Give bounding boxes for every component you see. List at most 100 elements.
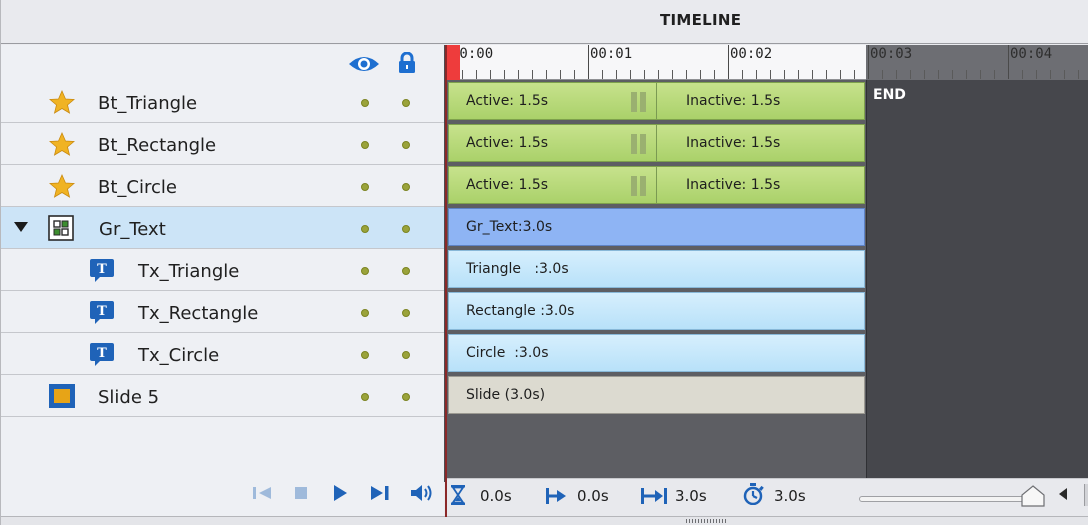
visibility-toggle[interactable] [361,309,369,317]
zoom-slider-thumb[interactable] [1021,485,1045,507]
ruler-minor-tick [952,70,953,79]
visibility-toggle[interactable] [361,141,369,149]
zoom-slider-track[interactable] [859,496,1044,502]
resize-grip[interactable] [686,519,726,523]
layer-row-bt-rectangle[interactable]: Bt_Rectangle [1,123,444,165]
ruler-minor-tick [574,70,575,79]
bar-label: Gr_Text:3.0s [466,219,553,235]
text-caption-icon: T [90,259,114,282]
ruler-minor-tick [966,70,967,79]
layer-row-tx-rectangle[interactable]: T Tx_Rectangle [1,291,444,333]
play-icon[interactable] [332,484,348,502]
layer-row-tx-circle[interactable]: T Tx_Circle [1,333,444,375]
ruler-minor-tick [896,70,897,79]
lock-toggle[interactable] [402,351,410,359]
layer-name: Tx_Circle [138,345,220,366]
scroll-left-icon[interactable] [1057,486,1069,502]
ruler-minor-tick [518,70,519,79]
ruler-minor-tick [686,70,687,79]
ruler-minor-tick [980,70,981,79]
ruler-minor-tick [1064,70,1065,79]
duration-icon [641,488,667,504]
timeline-bar-bt-circle[interactable]: Active: 1.5s Inactive: 1.5s [448,166,865,204]
ruler-minor-tick [812,70,813,79]
ruler-minor-tick [1022,70,1023,79]
timeline-bar-tx-rectangle[interactable]: Rectangle :3.0s [448,292,865,330]
lock-toggle[interactable] [402,393,410,401]
timeline-bar-bt-triangle[interactable]: Active: 1.5s Inactive: 1.5s [448,82,865,120]
ruler-minor-tick [644,70,645,79]
layer-name: Tx_Triangle [138,261,240,282]
ruler-minor-tick [490,70,491,79]
panel-title-bar: TIMELINE [1,0,1088,44]
expand-collapse-icon[interactable] [14,222,28,232]
current-time-value: 0.0s [480,487,512,505]
ruler-major-tick [588,45,589,79]
layers-header [1,45,444,81]
lock-toggle[interactable] [402,225,410,233]
ruler-minor-tick [504,70,505,79]
ruler-minor-tick [882,70,883,79]
svg-text:T: T [97,304,107,319]
text-caption-icon: T [90,301,114,324]
timeline-end-area [866,80,1088,478]
ruler-minor-tick [672,70,673,79]
layer-row-tx-triangle[interactable]: T Tx_Triangle [1,249,444,291]
slide-icon [49,384,75,408]
lock-toggle[interactable] [402,309,410,317]
lock-icon[interactable] [398,52,416,74]
layer-row-gr-text[interactable]: Gr_Text [1,207,444,249]
bar-label: Slide (3.0s) [466,387,546,403]
visibility-toggle[interactable] [361,99,369,107]
bar-label: Circle :3.0s [466,345,549,361]
ruler-minor-tick [700,70,701,79]
timeline-bar-tx-circle[interactable]: Circle :3.0s [448,334,865,372]
timeline-bar-tx-triangle[interactable]: Triangle :3.0s [448,250,865,288]
ruler-minor-tick [476,70,477,79]
timeline-bar-gr-text[interactable]: Gr_Text:3.0s [448,208,865,246]
slide-duration-value: 3.0s [774,487,806,505]
bar-active-label: Active: 1.5s [466,177,549,193]
start-time-value: 0.0s [577,487,609,505]
layer-row-slide[interactable]: Slide 5 [1,375,444,417]
go-to-start-icon[interactable] [251,485,273,501]
ruler-major-tick [868,45,869,79]
lock-toggle[interactable] [402,141,410,149]
text-caption-icon: T [90,343,114,366]
ruler-minor-tick [994,70,995,79]
timeline-bar-bt-rectangle[interactable]: Active: 1.5s Inactive: 1.5s [448,124,865,162]
ruler-minor-tick [742,70,743,79]
layer-row-bt-triangle[interactable]: Bt_Triangle [1,81,444,123]
layer-row-bt-circle[interactable]: Bt_Circle [1,165,444,207]
eye-icon[interactable] [348,54,380,74]
ruler-minor-tick [854,70,855,79]
visibility-toggle[interactable] [361,393,369,401]
go-to-end-icon[interactable] [369,485,393,501]
visibility-toggle[interactable] [361,225,369,233]
visibility-toggle[interactable] [361,183,369,191]
ruler-minor-tick [602,70,603,79]
ruler-minor-tick [826,70,827,79]
playhead-line[interactable] [445,45,447,517]
timeline-bar-slide[interactable]: Slide (3.0s) [448,376,865,414]
start-time-icon [546,488,566,504]
ruler-tick-label: 00:02 [730,46,773,62]
ruler-minor-tick [840,70,841,79]
playhead-handle[interactable] [447,45,460,80]
ruler-minor-tick [756,70,757,79]
ruler-minor-tick [938,70,939,79]
ruler-minor-tick [1078,70,1079,79]
lock-toggle[interactable] [402,183,410,191]
ruler-minor-tick [630,70,631,79]
ruler-divider [447,79,866,80]
horizontal-scrollbar[interactable] [1084,484,1088,506]
ruler-tick-label: 00:01 [590,46,633,62]
lock-toggle[interactable] [402,99,410,107]
audio-icon[interactable] [410,483,434,503]
ruler-minor-tick [658,70,659,79]
lock-toggle[interactable] [402,267,410,275]
visibility-toggle[interactable] [361,267,369,275]
visibility-toggle[interactable] [361,351,369,359]
ruler-tick-label: 00:03 [870,46,913,62]
stop-icon[interactable] [294,486,308,500]
